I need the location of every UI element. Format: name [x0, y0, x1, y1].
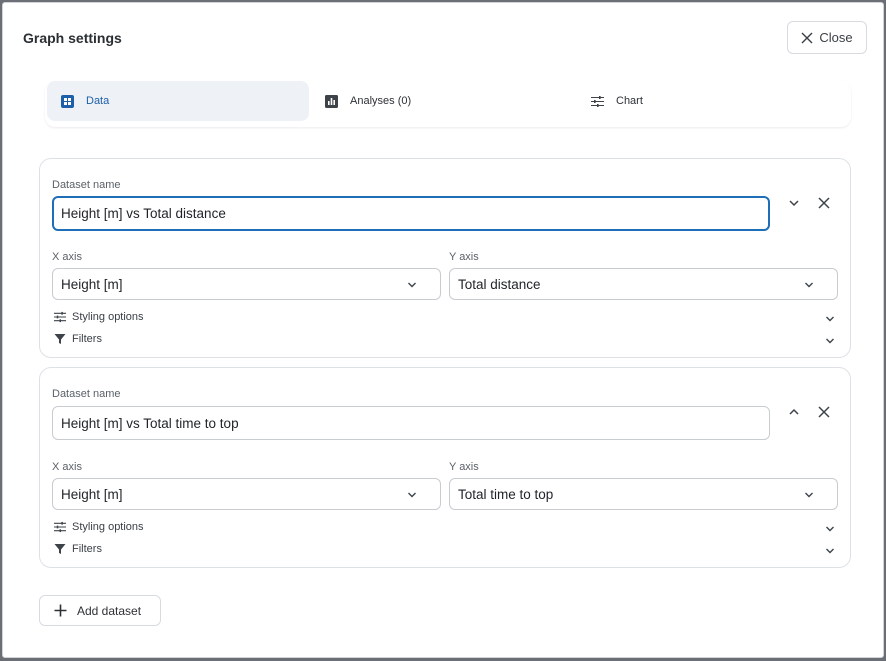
chevron-down-icon — [789, 200, 799, 207]
tab-analyses[interactable]: Analyses (0) — [311, 81, 573, 121]
close-button[interactable]: Close — [787, 21, 867, 54]
chevron-down-icon — [805, 492, 813, 498]
tab-analyses-label: Analyses (0) — [350, 95, 412, 107]
tab-data[interactable]: Data — [47, 81, 309, 121]
tab-chart[interactable]: Chart — [577, 81, 839, 121]
y-axis-value: Total distance — [458, 276, 541, 292]
graph-settings-dialog: Graph settings Close Data Analyses (0) C… — [2, 2, 884, 658]
styling-options-toggle[interactable]: Styling options — [54, 521, 144, 533]
add-dataset-button[interactable]: Add dataset — [39, 595, 161, 626]
bar-chart-icon — [325, 94, 338, 108]
collapse-toggle-button[interactable] — [784, 402, 804, 422]
filter-icon — [54, 334, 66, 344]
x-axis-select[interactable]: Height [m] — [52, 268, 441, 300]
remove-dataset-button[interactable] — [814, 402, 834, 422]
grid-icon — [61, 94, 74, 108]
filter-icon — [54, 544, 66, 554]
sliders-icon — [591, 95, 604, 107]
filters-label: Filters — [72, 333, 102, 345]
chevron-down-icon[interactable] — [824, 545, 836, 557]
tab-chart-label: Chart — [616, 95, 643, 107]
y-axis-label: Y axis — [449, 461, 479, 473]
chevron-down-icon[interactable] — [824, 313, 836, 325]
y-axis-select[interactable]: Total distance — [449, 268, 838, 300]
styling-options-label: Styling options — [72, 311, 144, 323]
close-label: Close — [819, 30, 853, 45]
x-axis-label: X axis — [52, 461, 82, 473]
chevron-down-icon — [408, 282, 416, 288]
dataset-name-input[interactable] — [52, 196, 770, 231]
filters-toggle[interactable]: Filters — [54, 333, 102, 345]
filters-toggle[interactable]: Filters — [54, 543, 102, 555]
close-icon — [818, 197, 830, 209]
remove-dataset-button[interactable] — [814, 193, 834, 213]
y-axis-label: Y axis — [449, 251, 479, 263]
x-axis-label: X axis — [52, 251, 82, 263]
x-axis-value: Height [m] — [61, 486, 123, 502]
close-icon — [801, 32, 813, 43]
dialog-title: Graph settings — [23, 30, 122, 46]
y-axis-value: Total time to top — [458, 486, 554, 502]
add-dataset-label: Add dataset — [77, 603, 142, 618]
sliders-icon — [54, 521, 66, 533]
filters-label: Filters — [72, 543, 102, 555]
x-axis-value: Height [m] — [61, 276, 123, 292]
chevron-up-icon — [789, 408, 799, 415]
dataset-name-label: Dataset name — [52, 179, 121, 191]
x-axis-select[interactable]: Height [m] — [52, 478, 441, 510]
chevron-down-icon[interactable] — [824, 523, 836, 535]
tab-bar: Data Analyses (0) Chart — [45, 81, 851, 127]
dataset-card: Dataset name X axis Height [m] Y axis To… — [39, 158, 851, 358]
close-icon — [818, 406, 830, 418]
chevron-down-icon[interactable] — [824, 335, 836, 347]
dataset-name-input[interactable] — [52, 406, 770, 440]
styling-options-toggle[interactable]: Styling options — [54, 311, 144, 323]
dataset-card: Dataset name X axis Height [m] Y axis To… — [39, 367, 851, 568]
plus-icon — [54, 604, 67, 617]
dataset-name-label: Dataset name — [52, 388, 121, 400]
dataset-name-input-text[interactable] — [61, 415, 769, 431]
chevron-down-icon — [408, 492, 416, 498]
chevron-down-icon — [805, 282, 813, 288]
sliders-icon — [54, 311, 66, 323]
tab-data-label: Data — [86, 95, 110, 107]
styling-options-label: Styling options — [72, 521, 144, 533]
dataset-name-input-text[interactable] — [61, 206, 768, 221]
collapse-toggle-button[interactable] — [784, 193, 804, 213]
y-axis-select[interactable]: Total time to top — [449, 478, 838, 510]
